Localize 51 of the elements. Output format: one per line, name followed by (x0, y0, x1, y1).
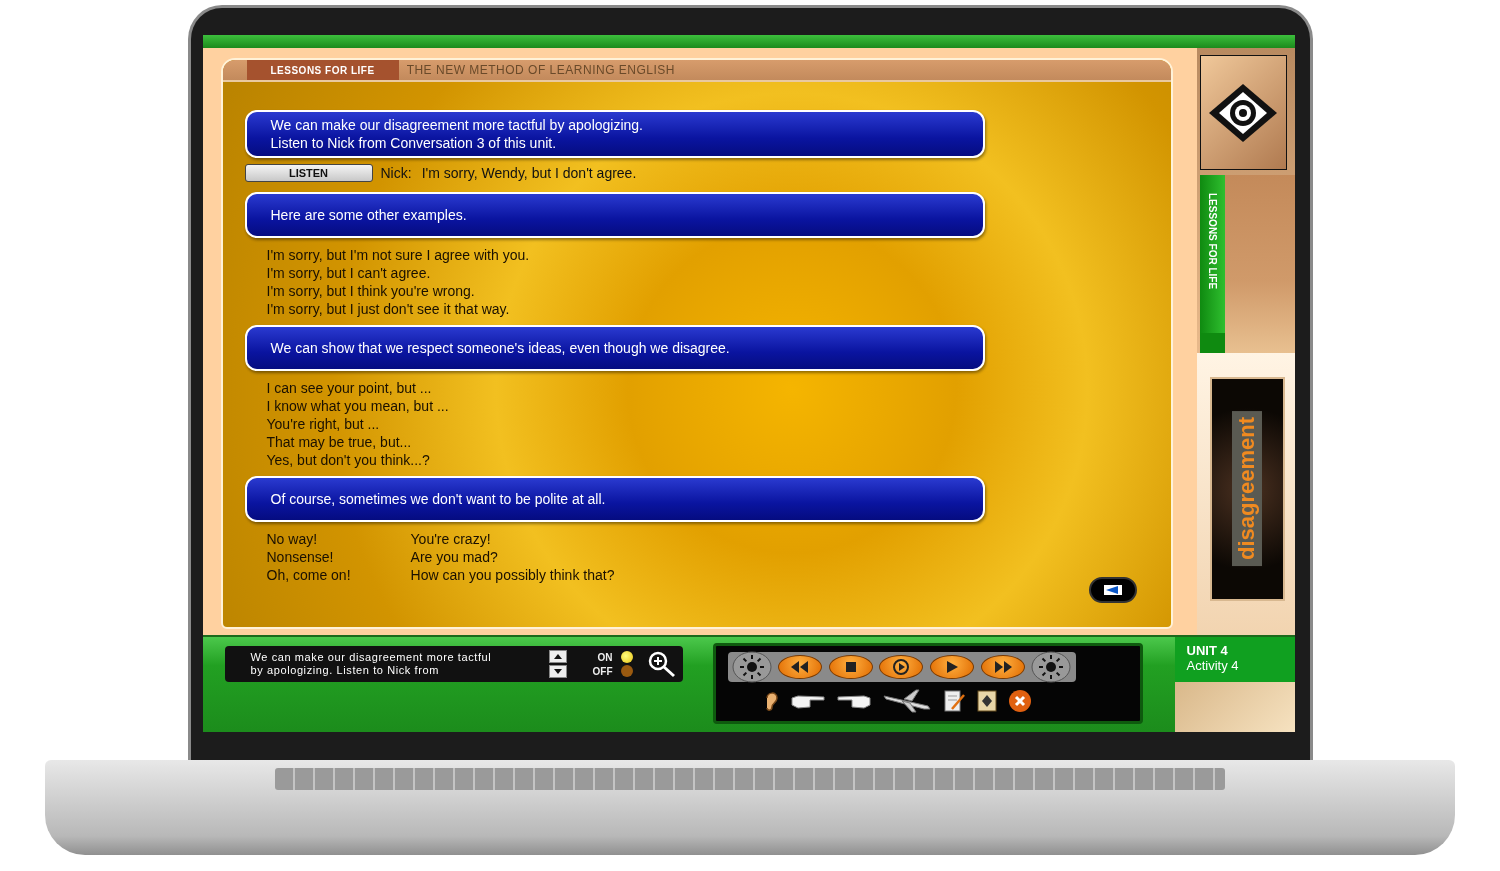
example-phrase: That may be true, but... (266, 433, 413, 451)
activity-label: Activity 4 (1186, 658, 1240, 673)
example-phrase: No way! (266, 530, 319, 548)
rewind-button[interactable] (778, 655, 823, 679)
topic-picture: disagreement (1210, 377, 1285, 601)
example-phrase: I'm sorry, but I'm not sure I agree with you. (266, 246, 530, 264)
stop-button[interactable] (828, 655, 873, 679)
reel-icon (731, 651, 772, 683)
reel-icon (1031, 651, 1072, 683)
scroll-map-icon[interactable] (975, 689, 998, 713)
instruction-banner: Of course, sometimes we don't want to be polite at all. (244, 476, 985, 522)
play-button[interactable] (930, 655, 975, 679)
example-phrase: I'm sorry, but I think you're wrong. (266, 282, 476, 300)
zoom-in-icon[interactable] (646, 650, 677, 678)
instruction-banner: We can show that we respect someone's ideas, even though we disagree. (244, 325, 985, 371)
down-arrow-icon (553, 669, 562, 674)
unit-label: UNIT 4 (1186, 643, 1229, 658)
instruction-banner: We can make our disagreement more tactful by apologizing. Listen to Nick from Conversation 3 of this unit. (244, 110, 985, 158)
example-phrase: I can see your point, but ... (266, 379, 433, 397)
hand-pointing-right-icon[interactable] (789, 692, 826, 710)
instruction-banner: Here are some other examples. (244, 192, 985, 238)
brand-label: LESSONS FOR LIFE (246, 60, 399, 80)
up-arrow-icon (553, 654, 562, 659)
example-phrase: I'm sorry, but I can't agree. (266, 264, 432, 282)
scroll-up-button[interactable] (548, 650, 567, 663)
replay-button[interactable] (879, 655, 924, 679)
example-phrase: How can you possibly think that? (410, 566, 615, 584)
example-phrase: Are you mad? (410, 548, 499, 566)
example-phrase: I know what you mean, but ... (266, 397, 449, 415)
example-phrase: You're crazy! (410, 530, 492, 548)
close-icon[interactable] (1007, 689, 1032, 713)
hand-pointing-left-icon[interactable] (835, 692, 872, 710)
back-button[interactable] (1089, 577, 1138, 603)
toggle-label: ON (597, 651, 613, 663)
indicator-light[interactable] (620, 651, 633, 663)
airplane-icon[interactable] (881, 688, 932, 714)
example-phrase: Oh, come on! (266, 566, 351, 584)
example-phrase: Yes, but don't you think...? (266, 451, 431, 469)
notepad-pencil-icon[interactable] (941, 689, 966, 713)
example-phrase: Nonsense! (266, 548, 335, 566)
example-phrase: I'm sorry, but I just don't see it that way. (266, 300, 511, 318)
forward-button[interactable] (980, 655, 1025, 679)
speaker-label: Nick: (380, 165, 412, 181)
toggle-label: OFF (592, 665, 613, 677)
listen-button[interactable]: LISTEN (244, 164, 373, 182)
scroll-down-button[interactable] (548, 665, 567, 678)
caption-text: We can make our disagreement more tactful by apologizing. Listen to Nick from (250, 651, 493, 677)
example-phrase: You're right, but ... (266, 415, 381, 433)
ear-icon[interactable] (763, 690, 780, 712)
dialogue-line: I'm sorry, Wendy, but I don't agree. (421, 165, 637, 181)
tagline: THE NEW METHOD OF LEARNING ENGLISH (406, 63, 675, 77)
